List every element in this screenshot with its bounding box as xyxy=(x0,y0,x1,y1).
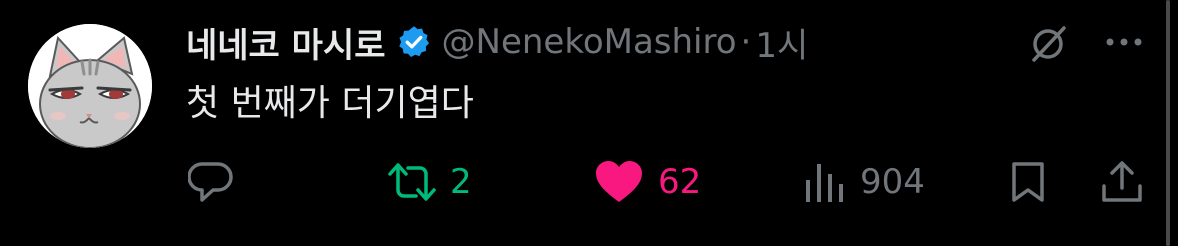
author-handle[interactable]: @NenekoMashiro xyxy=(442,22,737,62)
scrollbar[interactable] xyxy=(1160,0,1178,246)
timestamp[interactable]: 1시 xyxy=(755,18,808,67)
grok-icon xyxy=(1032,26,1066,62)
retweet-icon xyxy=(388,163,436,201)
share-button[interactable] xyxy=(1100,160,1144,204)
tweet-text: 첫 번째가 더기엽다 xyxy=(186,83,474,124)
heart-icon xyxy=(596,161,642,202)
display-name[interactable]: 네네코 마시로 xyxy=(186,18,386,67)
more-icon xyxy=(1106,38,1142,46)
tweet-header: 네네코 마시로 @NenekoMashiro · 1시 xyxy=(186,14,808,70)
more-button[interactable] xyxy=(1102,34,1146,50)
retweet-count: 2 xyxy=(450,162,472,202)
like-button[interactable]: 62 xyxy=(594,160,701,204)
views-icon xyxy=(806,164,843,202)
views-count: 904 xyxy=(860,162,925,202)
separator-dot: · xyxy=(740,22,752,62)
reply-button[interactable] xyxy=(188,160,234,204)
avatar[interactable] xyxy=(28,24,152,148)
verified-badge-icon xyxy=(396,24,432,60)
reply-icon xyxy=(188,162,233,202)
tweet[interactable]: 네네코 마시로 @NenekoMashiro · 1시 첫 번째가 더기엽다 2… xyxy=(0,0,1160,246)
scrollbar-track[interactable] xyxy=(1166,0,1170,246)
cat-avatar-icon xyxy=(28,24,152,148)
grok-button[interactable] xyxy=(1026,22,1070,66)
bookmark-button[interactable] xyxy=(1008,160,1048,204)
bookmark-icon xyxy=(1012,162,1044,202)
like-count: 62 xyxy=(658,162,702,202)
views-button[interactable]: 904 xyxy=(804,160,925,204)
share-icon xyxy=(1102,161,1142,202)
retweet-button[interactable]: 2 xyxy=(386,160,472,204)
